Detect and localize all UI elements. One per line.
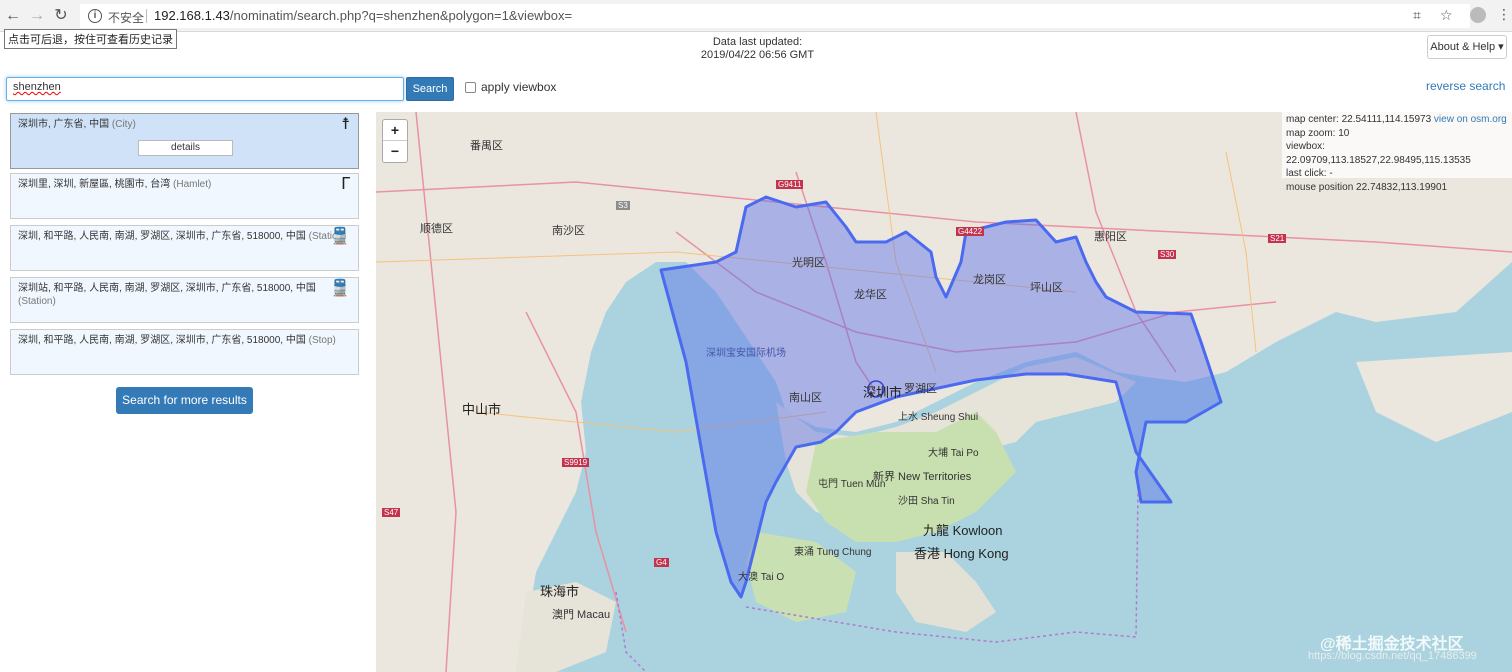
mouse-position-value: 22.74832,113.19901 — [1356, 181, 1448, 193]
map-label-longgang: 龙岗区 — [973, 274, 1006, 286]
result-type: (Hamlet) — [173, 179, 212, 190]
map-label-shenzhen: 深圳市 — [863, 385, 903, 400]
search-query: shenzhen — [13, 81, 61, 93]
map-label-kowloon: 九龍 Kowloon — [923, 523, 1003, 538]
map-label-pingshan: 坪山区 — [1030, 282, 1063, 294]
result-name: 深圳站, 和平路, 人民南, 南湖, 罗湖区, 深圳市, 广东省, 518000… — [18, 283, 316, 294]
updated-label: Data last updated: — [712, 36, 803, 48]
forward-icon[interactable]: → — [27, 6, 47, 26]
details-button[interactable]: details — [138, 140, 233, 156]
map-label-nansha: 南沙区 — [552, 225, 585, 237]
map-zoom-value: 10 — [1338, 127, 1350, 139]
zoom-in-button[interactable]: + — [383, 120, 407, 141]
train-icon: 🚆 — [330, 228, 350, 245]
map-label-luohu: 罗湖区 — [904, 383, 937, 395]
search-button[interactable]: Search — [406, 77, 454, 101]
search-input[interactable]: shenzhen — [6, 77, 404, 101]
divider — [146, 9, 147, 23]
result-item[interactable]: 深圳里, 深圳, 新屋區, 桃園市, 台湾 (Hamlet) ᒥ — [10, 173, 359, 219]
result-type: (City) — [111, 119, 136, 130]
map-view[interactable]: 深圳市 南山区 罗湖区 龙华区 光明区 龙岗区 坪山区 惠阳区 中山市 珠海市 … — [376, 112, 1512, 672]
result-item[interactable]: 深圳市, 广东省, 中国 (City) ☨ details — [10, 113, 359, 169]
map-label-airport: 深圳宝安国际机场 — [706, 348, 786, 359]
road-shield-s9919: S9919 — [562, 458, 590, 467]
search-more-results-button[interactable]: Search for more results — [116, 387, 253, 414]
about-help-button[interactable]: About & Help ▾ — [1427, 35, 1507, 59]
road-shield-g4: G4 — [654, 558, 669, 567]
city-icon: ☨ — [341, 116, 350, 133]
info-icon[interactable]: i — [88, 9, 102, 23]
zoom-out-button[interactable]: − — [383, 141, 407, 162]
result-name: 深圳市, 广东省, 中国 — [18, 119, 110, 130]
map-label-tung-chung: 東涌 Tung Chung — [794, 547, 872, 558]
road-shield-s30: S30 — [1158, 250, 1177, 259]
menu-icon[interactable]: ⋮ — [1497, 6, 1511, 23]
updated-value: 2019/04/22 06:56 GMT — [700, 49, 815, 61]
road-shield-s21: S21 — [1268, 234, 1287, 243]
map-label-hk: 香港 Hong Kong — [914, 546, 1009, 561]
result-item[interactable]: 深圳, 和平路, 人民南, 南湖, 罗湖区, 深圳市, 广东省, 518000,… — [10, 225, 359, 271]
result-name: 深圳, 和平路, 人民南, 南湖, 罗湖区, 深圳市, 广东省, 518000,… — [18, 231, 306, 242]
result-type: (Station) — [18, 296, 56, 307]
apply-viewbox-label[interactable]: apply viewbox — [481, 80, 556, 94]
road-shield-s47: S47 — [382, 508, 401, 517]
apply-viewbox-checkbox[interactable] — [465, 82, 476, 93]
browser-toolbar: ← → ↻ i 不安全 192.168.1.43/nominatim/searc… — [0, 0, 1512, 32]
map-label-nt: 新界 New Territories — [873, 471, 972, 483]
map-label-zhongshan: 中山市 — [462, 402, 502, 417]
train-icon: 🚆 — [330, 280, 350, 297]
map-label-huiyang: 惠阳区 — [1094, 231, 1127, 243]
map-center-value: 22.54111,114.15973 — [1341, 114, 1432, 125]
security-label: 不安全 — [108, 11, 145, 25]
url-text[interactable]: 192.168.1.43/nominatim/search.php?q=shen… — [154, 8, 572, 23]
hamlet-flag-icon: ᒥ — [341, 176, 350, 193]
profile-avatar-icon[interactable] — [1470, 7, 1486, 23]
road-shield-g4422: G4422 — [956, 227, 985, 236]
reload-icon[interactable]: ↻ — [51, 6, 71, 26]
map-label-shunde: 顺德区 — [420, 223, 453, 235]
map-label-tai-o: 大澳 Tai O — [738, 572, 785, 583]
map-label-panyu: 番禺区 — [470, 140, 503, 152]
result-name: 深圳, 和平路, 人民南, 南湖, 罗湖区, 深圳市, 广东省, 518000,… — [18, 335, 306, 346]
last-click-value: - — [1329, 168, 1333, 179]
map-label-tai-po: 大埔 Tai Po — [928, 448, 979, 459]
address-bar[interactable]: i 不安全 192.168.1.43/nominatim/search.php?… — [80, 4, 1470, 28]
watermark-url: https://blog.csdn.net/qq_17486399 — [1308, 650, 1477, 662]
result-type: (Stop) — [308, 335, 336, 346]
bookmark-star-icon[interactable]: ☆ — [1440, 7, 1453, 24]
map-label-nanshan: 南山区 — [789, 392, 822, 404]
map-position-info: map center: 22.54111,114.15973 view on o… — [1282, 112, 1512, 193]
result-item[interactable]: 深圳, 和平路, 人民南, 南湖, 罗湖区, 深圳市, 广东省, 518000,… — [10, 329, 359, 375]
translate-icon[interactable]: ⌗ — [1413, 7, 1421, 24]
result-item[interactable]: 深圳站, 和平路, 人民南, 南湖, 罗湖区, 深圳市, 广东省, 518000… — [10, 277, 359, 323]
map-label-sha-tin: 沙田 Sha Tin — [898, 496, 955, 507]
reverse-search-link[interactable]: reverse search — [1426, 79, 1505, 93]
map-label-guangming: 光明区 — [792, 257, 825, 269]
map-label-tuen-mun: 屯門 Tuen Mun — [818, 479, 886, 490]
back-icon[interactable]: ← — [3, 6, 23, 26]
map-label-zhuhai: 珠海市 — [540, 584, 580, 599]
zoom-control: + − — [382, 119, 408, 163]
result-name: 深圳里, 深圳, 新屋區, 桃園市, 台湾 — [18, 179, 171, 190]
data-updated: Data last updated: 2019/04/22 06:56 GMT — [650, 36, 865, 62]
view-on-osm-link[interactable]: view on osm.org — [1434, 114, 1507, 125]
road-shield-s3: S3 — [616, 201, 630, 210]
map-label-sheung-shui: 上水 Sheung Shui — [898, 412, 979, 423]
road-shield-g9411: G9411 — [776, 180, 804, 189]
back-tooltip: 点击可后退，按住可查看历史记录 — [4, 29, 177, 49]
map-label-macau: 澳門 Macau — [552, 609, 611, 621]
map-label-longhua: 龙华区 — [854, 289, 887, 301]
map-viewbox-value: 22.09709,113.18527,22.98495,115.13535 — [1286, 154, 1471, 166]
